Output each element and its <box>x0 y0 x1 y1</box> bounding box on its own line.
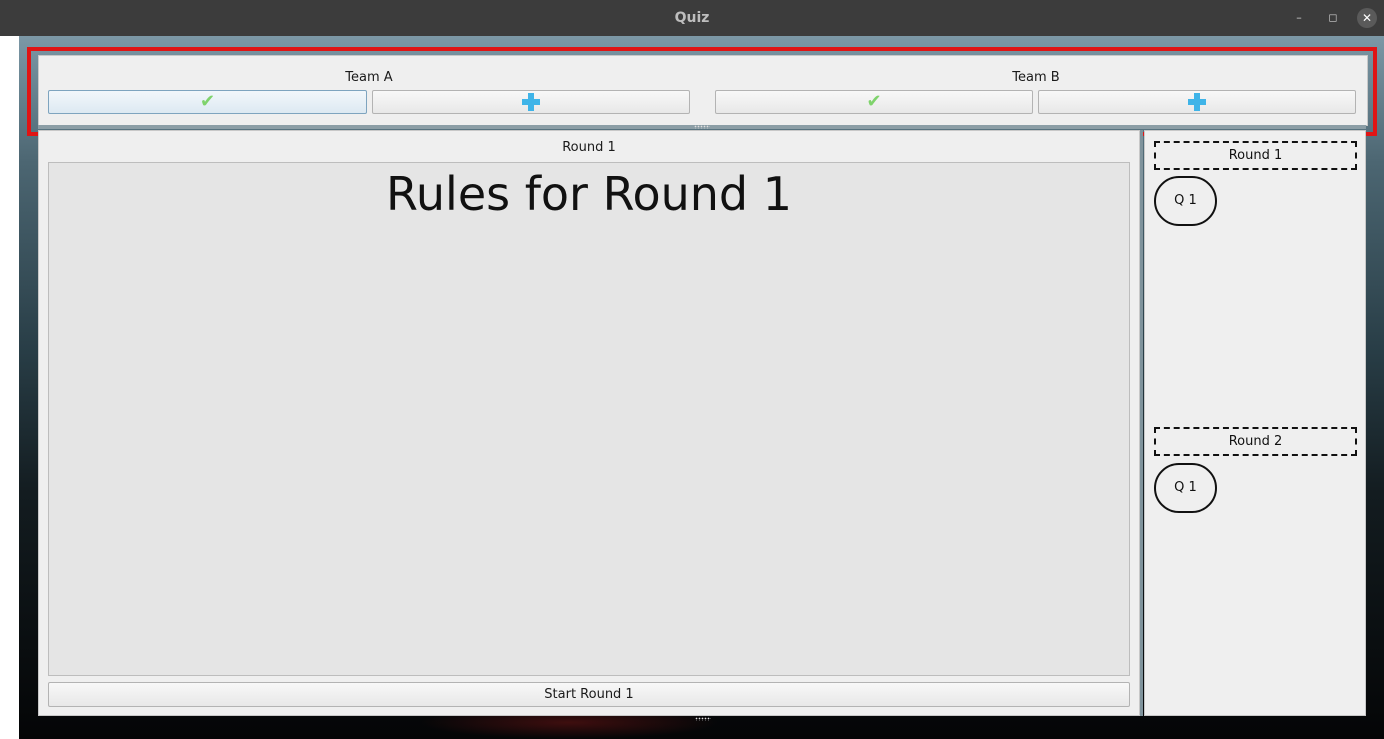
team-b-label: Team B <box>1012 70 1060 85</box>
round-panel: Round 1 Rules for Round 1 Start Round 1 <box>38 130 1140 716</box>
team-a-correct-button[interactable]: ✔ <box>48 90 367 114</box>
round-2-question-1[interactable]: Q 1 <box>1154 463 1217 513</box>
round-heading: Round 1 <box>562 140 616 155</box>
plus-icon <box>1188 93 1206 111</box>
vertical-splitter[interactable] <box>1140 130 1143 716</box>
round-1-question-1[interactable]: Q 1 <box>1154 176 1217 226</box>
window-title: Quiz <box>674 10 710 26</box>
splitter-handle[interactable] <box>694 125 710 129</box>
sidebar-round-2[interactable]: Round 2 <box>1154 427 1357 456</box>
rounds-sidebar: Round 1 Q 1 Round 2 Q 1 <box>1144 130 1366 716</box>
title-bar: Quiz – ◻ ✕ <box>0 0 1384 36</box>
check-icon: ✔ <box>199 91 216 112</box>
teams-panel: Team A ✔ Team B ✔ <box>38 55 1368 126</box>
rules-display: Rules for Round 1 <box>48 162 1130 676</box>
check-icon: ✔ <box>866 91 882 112</box>
quiz-window: Quiz – ◻ ✕ Team A ✔ Team B ✔ Round 1 Rul… <box>0 0 1384 739</box>
minimize-button[interactable]: – <box>1289 8 1309 28</box>
bottom-splitter-handle[interactable] <box>695 717 711 721</box>
sidebar-round-1[interactable]: Round 1 <box>1154 141 1357 170</box>
rules-title: Rules for Round 1 <box>385 167 793 221</box>
team-a-label: Team A <box>345 70 393 85</box>
horizontal-splitter[interactable] <box>38 125 1366 129</box>
team-b-correct-button[interactable]: ✔ <box>715 90 1033 114</box>
close-button[interactable]: ✕ <box>1357 8 1377 28</box>
plus-icon <box>522 93 540 111</box>
team-b-add-button[interactable] <box>1038 90 1356 114</box>
start-round-button[interactable]: Start Round 1 <box>48 682 1130 707</box>
maximize-button[interactable]: ◻ <box>1323 8 1343 28</box>
team-a-add-button[interactable] <box>372 90 690 114</box>
